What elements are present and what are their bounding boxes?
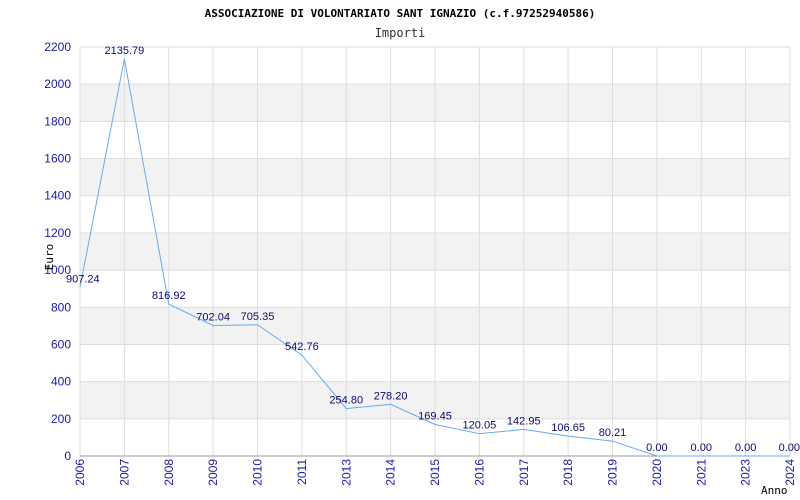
chart-title: ASSOCIAZIONE DI VOLONTARIATO SANT IGNAZI…: [205, 7, 596, 20]
data-label: 142.95: [507, 415, 541, 427]
data-label: 907.24: [66, 273, 100, 285]
data-label: 702.04: [196, 311, 230, 323]
data-label: 542.76: [285, 341, 319, 353]
line-chart: ASSOCIAZIONE DI VOLONTARIATO SANT IGNAZI…: [43, 7, 800, 497]
data-label: 0.00: [646, 442, 667, 454]
data-label: 0.00: [735, 442, 756, 454]
data-label: 2135.79: [104, 45, 144, 57]
y-tick-label: 2200: [44, 40, 71, 54]
x-tick-label: 2013: [339, 459, 353, 486]
x-tick-label: 2010: [251, 459, 265, 486]
y-tick-label: 200: [51, 412, 71, 426]
x-tick-label: 2007: [117, 459, 131, 486]
y-tick-label: 800: [51, 300, 71, 314]
x-tick-label: 2019: [606, 459, 620, 486]
data-label: 120.05: [463, 420, 497, 432]
data-label: 0.00: [779, 442, 800, 454]
x-tick-label: 2009: [206, 459, 220, 486]
y-axis-label: Euro: [43, 244, 56, 271]
y-tick-label: 1800: [44, 114, 71, 128]
x-tick-label: 2021: [694, 459, 708, 486]
x-tick-label: 2023: [739, 459, 753, 486]
chart-subtitle: Importi: [375, 26, 426, 40]
x-tick-label: 2016: [472, 459, 486, 486]
y-tick-label: 1600: [44, 152, 71, 166]
data-label: 80.21: [599, 427, 627, 439]
y-tick-label: 600: [51, 337, 71, 351]
data-label: 169.45: [418, 410, 452, 422]
data-label: 106.65: [551, 422, 585, 434]
data-label: 254.80: [329, 395, 363, 407]
x-tick-label: 2024: [783, 459, 797, 486]
y-tick-label: 2000: [44, 77, 71, 91]
data-label: 705.35: [241, 311, 275, 323]
y-tick-label: 400: [51, 375, 71, 389]
y-tick-label: 0: [64, 449, 71, 463]
x-tick-label: 2006: [73, 459, 87, 486]
x-tick-label: 2008: [162, 459, 176, 486]
data-label: 278.20: [374, 390, 408, 402]
x-tick-label: 2020: [650, 459, 664, 486]
data-label: 0.00: [691, 442, 712, 454]
x-tick-labels: 2006 2007 2008 2009 2010 2011 2013 2014 2015 2016…: [73, 459, 797, 486]
x-tick-label: 2011: [295, 459, 309, 485]
data-label: 816.92: [152, 290, 186, 302]
x-tick-label: 2017: [517, 459, 531, 486]
y-tick-label: 1400: [44, 189, 71, 203]
x-tick-label: 2014: [384, 459, 398, 486]
x-tick-label: 2015: [428, 459, 442, 486]
x-axis-label: Anno: [761, 484, 788, 497]
x-tick-label: 2018: [561, 459, 575, 486]
y-tick-label: 1200: [44, 226, 71, 240]
